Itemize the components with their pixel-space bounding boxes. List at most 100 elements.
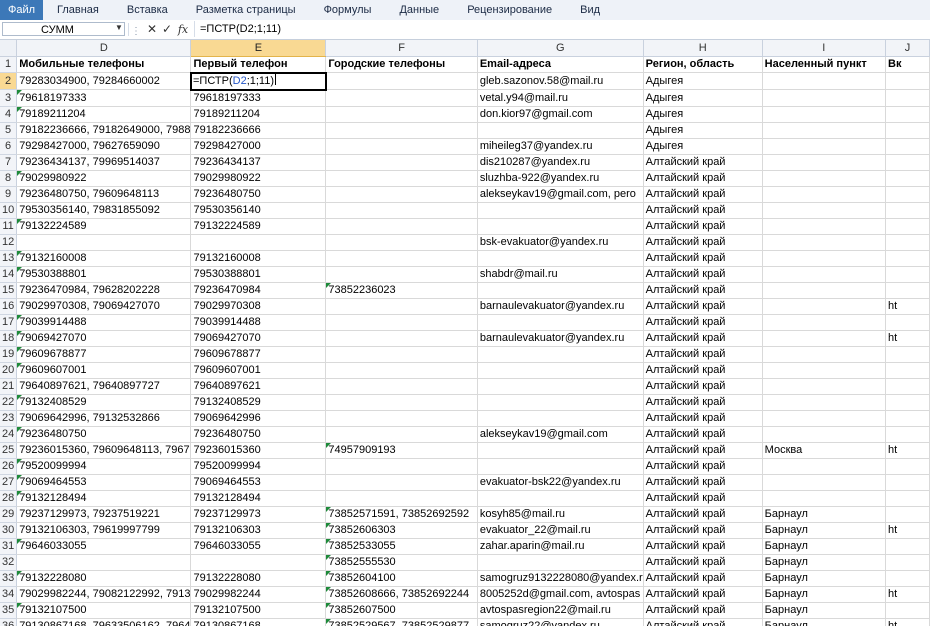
cell-g6[interactable]: miheileg37@yandex.ru (477, 138, 644, 155)
cell-f32[interactable]: 73852555530 (325, 554, 478, 571)
cell-h13[interactable]: Алтайский край (643, 250, 763, 267)
cell-d34[interactable]: 79029982244, 79082122992, 7913 (16, 586, 192, 603)
column-header-e[interactable]: E (190, 40, 327, 57)
cell-f22[interactable] (325, 394, 478, 411)
cell-g31[interactable]: zahar.aparin@mail.ru (477, 538, 644, 555)
cell-d33[interactable]: 79132228080 (16, 570, 192, 587)
cell-d19[interactable]: 79609678877 (16, 346, 192, 363)
cell-e35[interactable]: 79132107500 (190, 602, 327, 619)
cell-f10[interactable] (325, 202, 478, 219)
cell-j32[interactable] (885, 554, 930, 571)
cell-i22[interactable] (762, 394, 887, 411)
cell-g2[interactable]: gleb.sazonov.58@mail.ru (477, 72, 644, 90)
cell-f15[interactable]: 73852236023 (325, 282, 478, 299)
cell-e10[interactable]: 79530356140 (190, 202, 327, 219)
row-header[interactable]: 17 (0, 314, 18, 331)
row-header[interactable]: 21 (0, 378, 18, 395)
cell-h30[interactable]: Алтайский край (643, 522, 763, 539)
cell-h6[interactable]: Адыгея (643, 138, 763, 155)
cell-i25[interactable]: Москва (762, 442, 887, 459)
row-header[interactable]: 14 (0, 266, 18, 283)
cell-g13[interactable] (477, 250, 644, 267)
cell-e30[interactable]: 79132106303 (190, 522, 327, 539)
cell-e22[interactable]: 79132408529 (190, 394, 327, 411)
cell-i29[interactable]: Барнаул (762, 506, 887, 523)
row-header[interactable]: 11 (0, 218, 18, 235)
cell-g8[interactable]: sluzhba-922@yandex.ru (477, 170, 644, 187)
cell-d30[interactable]: 79132106303, 79619997799 (16, 522, 192, 539)
cell-g20[interactable] (477, 362, 644, 379)
cell-d18[interactable]: 79069427070 (16, 330, 192, 347)
row-header[interactable]: 31 (0, 538, 18, 555)
cell-d10[interactable]: 79530356140, 79831855092 (16, 202, 192, 219)
cell-i15[interactable] (762, 282, 887, 299)
cell-g12[interactable]: bsk-evakuator@yandex.ru (477, 234, 644, 251)
cell-d16[interactable]: 79029970308, 79069427070 (16, 298, 192, 315)
row-header[interactable]: 15 (0, 282, 18, 299)
cell-e3[interactable]: 79618197333 (190, 89, 327, 107)
cell-i8[interactable] (762, 170, 887, 187)
cell-h5[interactable]: Адыгея (643, 122, 763, 139)
cell-h7[interactable]: Алтайский край (643, 154, 763, 171)
cell-j34[interactable]: ht (885, 586, 930, 603)
cell-h25[interactable]: Алтайский край (643, 442, 763, 459)
row-header[interactable]: 12 (0, 234, 18, 251)
cell-d3[interactable]: 79618197333 (16, 89, 192, 107)
cell-e34[interactable]: 79029982244 (190, 586, 327, 603)
cell-f6[interactable] (325, 138, 478, 155)
cell-h22[interactable]: Алтайский край (643, 394, 763, 411)
cell-e4[interactable]: 79189211204 (190, 106, 327, 123)
drag-handle-icon[interactable]: ⋮ (131, 26, 141, 37)
cell-j26[interactable] (885, 458, 930, 475)
cell-e16[interactable]: 79029970308 (190, 298, 327, 315)
row-header[interactable]: 35 (0, 602, 18, 619)
cell-j6[interactable] (885, 138, 930, 155)
cell-e1[interactable]: Первый телефон (190, 56, 327, 73)
cell-h17[interactable]: Алтайский край (643, 314, 763, 331)
cell-h8[interactable]: Алтайский край (643, 170, 763, 187)
cell-d8[interactable]: 79029980922 (16, 170, 192, 187)
cell-f35[interactable]: 73852607500 (325, 602, 478, 619)
cell-g25[interactable] (477, 442, 644, 459)
cell-f7[interactable] (325, 154, 478, 171)
row-header[interactable]: 23 (0, 410, 18, 427)
cell-f23[interactable] (325, 410, 478, 427)
cell-e25[interactable]: 79236015360 (190, 442, 327, 459)
ribbon-tab[interactable]: Главная (43, 0, 113, 20)
cell-f24[interactable] (325, 426, 478, 443)
row-header[interactable]: 28 (0, 490, 18, 507)
cell-d2[interactable]: 79283034900, 79284660002 (16, 72, 192, 90)
cell-j9[interactable] (885, 186, 930, 203)
cell-e17[interactable]: 79039914488 (190, 314, 327, 331)
row-header[interactable]: 16 (0, 298, 18, 315)
cell-g32[interactable] (477, 554, 644, 571)
cell-e12[interactable] (190, 234, 327, 251)
cell-h14[interactable]: Алтайский край (643, 266, 763, 283)
cell-i27[interactable] (762, 474, 887, 491)
cell-d12[interactable] (16, 234, 192, 251)
cell-h33[interactable]: Алтайский край (643, 570, 763, 587)
insert-function-icon[interactable]: fx (176, 22, 190, 37)
cell-f12[interactable] (325, 234, 478, 251)
cell-f14[interactable] (325, 266, 478, 283)
cell-j29[interactable] (885, 506, 930, 523)
cell-f2[interactable] (325, 72, 478, 90)
cell-j19[interactable] (885, 346, 930, 363)
cell-g1[interactable]: Email-адреса (477, 56, 644, 73)
chevron-down-icon[interactable]: ▼ (115, 23, 123, 32)
cell-h24[interactable]: Алтайский край (643, 426, 763, 443)
cell-e29[interactable]: 79237129973 (190, 506, 327, 523)
cell-f20[interactable] (325, 362, 478, 379)
cell-d11[interactable]: 79132224589 (16, 218, 192, 235)
cell-f11[interactable] (325, 218, 478, 235)
cell-h19[interactable]: Алтайский край (643, 346, 763, 363)
ribbon-tab[interactable]: Вид (566, 0, 614, 20)
cell-e27[interactable]: 79069464553 (190, 474, 327, 491)
cell-e21[interactable]: 79640897621 (190, 378, 327, 395)
cell-d7[interactable]: 79236434137, 79969514037 (16, 154, 192, 171)
cell-g4[interactable]: don.kior97@gmail.com (477, 106, 644, 123)
cell-j31[interactable] (885, 538, 930, 555)
column-header-g[interactable]: G (477, 40, 644, 57)
cell-e8[interactable]: 79029980922 (190, 170, 327, 187)
cell-f21[interactable] (325, 378, 478, 395)
